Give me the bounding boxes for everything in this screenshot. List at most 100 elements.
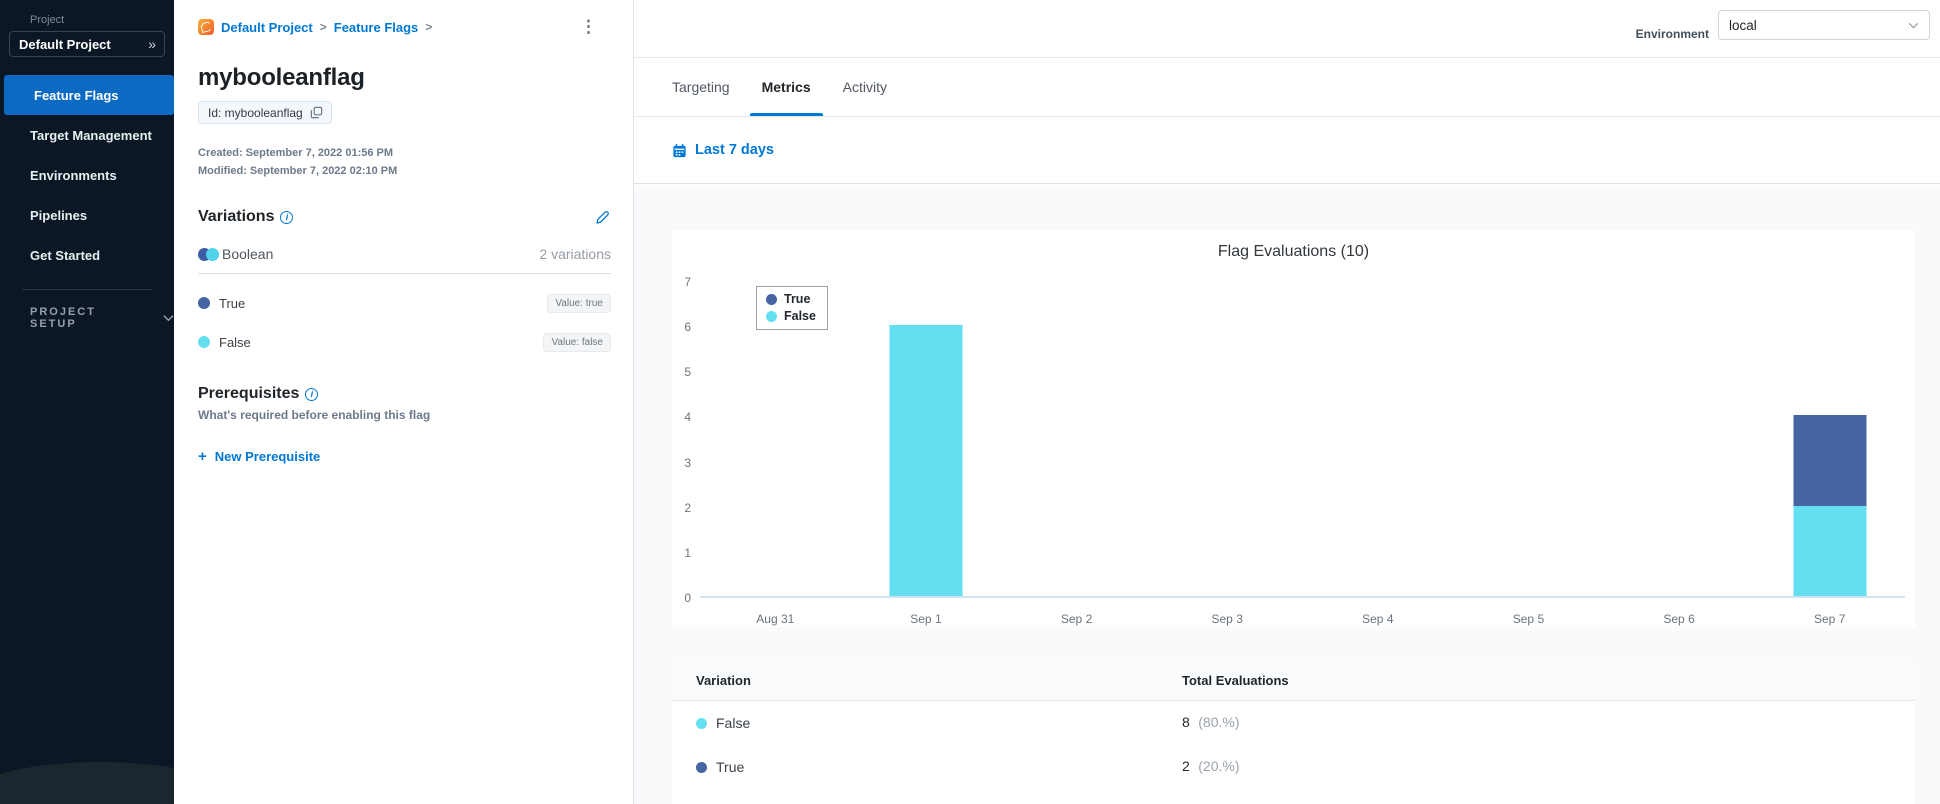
calendar-icon [673,143,686,157]
false-color-dot [696,717,707,729]
true-color-dot [198,297,210,309]
flag-created: Created: September 7, 2022 01:56 PM [198,147,394,159]
variation-count: 2 variations [539,246,611,262]
tab-targeting[interactable]: Targeting [660,58,742,116]
tab-activity[interactable]: Activity [831,58,899,116]
y-tick-label: 5 [684,365,691,380]
info-icon[interactable]: i [305,387,319,401]
variation-type-row: Boolean 2 variations [198,246,611,262]
breadcrumb-section-link[interactable]: Feature Flags [334,20,419,35]
legend-item-false[interactable]: False [766,309,816,323]
legend-label: True [784,292,811,306]
kebab-menu-icon[interactable]: ⋮ [580,18,597,36]
chart-legend: True False [756,286,828,330]
app-logo-icon [198,19,214,35]
chart-y-axis: 0 1 2 3 4 5 6 7 [672,275,700,605]
sidebar-nav: Feature Flags Target Management Environm… [0,75,174,275]
x-tick-label: Sep 7 [1814,612,1846,626]
flag-id-chip: Id: mybooleanflag [198,101,332,124]
date-range-picker[interactable]: Last 7 days [672,142,774,158]
date-range-bar: Last 7 days [634,117,1940,184]
row-count: 2 [1182,758,1190,774]
variation-value-chip: Value: false [543,332,611,352]
project-setup-label: PROJECT SETUP [30,306,96,330]
breadcrumb-project-link[interactable]: Default Project [221,20,313,35]
copy-icon[interactable] [310,106,323,119]
breadcrumb-separator: > [319,20,327,34]
column-header-variation: Variation [696,673,751,688]
project-label: Project [30,14,65,26]
date-range-label: Last 7 days [695,142,774,158]
y-tick-label: 2 [684,500,691,515]
sidebar-item-get-started[interactable]: Get Started [0,235,174,275]
legend-color-dot [766,310,777,322]
variation-row-true: True Value: true [198,293,611,313]
y-tick-label: 1 [684,545,691,560]
x-tick-label: Aug 31 [756,612,795,626]
flag-name-title: mybooleanflag [198,64,365,91]
prerequisites-description: What's required before enabling this fla… [198,408,431,422]
evaluations-table-header: Variation Total Evaluations [672,661,1915,701]
y-tick-label: 3 [684,455,691,470]
table-row: False 8 (80.%) [672,701,1915,745]
bar-false-sep-1 [889,325,963,596]
breadcrumb: Default Project > Feature Flags > ⋮ [198,18,611,36]
y-tick-label: 6 [684,320,691,335]
prerequisites-header: Prerequisites i [198,385,611,403]
metrics-content: Flag Evaluations (10) 0 1 2 3 4 5 6 7 True False… [634,185,1940,804]
tab-bar: Targeting Metrics Activity [634,58,1940,117]
row-count: 8 [1182,714,1190,730]
variation-type-label: Boolean [222,246,274,262]
y-tick-label: 0 [684,591,691,605]
chart-plot: True False Aug 31 Sep 1 Sep 2 Sep 3 Sep 4 Sep … [700,282,1905,626]
tab-metrics[interactable]: Metrics [749,58,823,116]
x-tick-label: Sep 4 [1362,612,1394,626]
table-row: True 2 (20.%) [672,745,1915,789]
sidebar-item-environments[interactable]: Environments [0,155,174,195]
new-prerequisite-button[interactable]: + New Prerequisite [198,449,611,464]
plus-icon: + [198,448,207,465]
legend-color-dot [766,293,777,305]
chart-title: Flag Evaluations (10) [1217,243,1370,260]
variation-name: True [219,295,246,311]
row-variation-name: True [716,759,745,775]
variations-header: Variations i [198,208,611,226]
true-color-dot [696,761,707,773]
sidebar-item-target-management[interactable]: Target Management [0,115,174,155]
chevron-down-icon [1908,22,1919,29]
flag-meta: Created: September 7, 2022 01:56 PM Modi… [198,144,611,180]
sidebar-item-feature-flags[interactable]: Feature Flags [4,75,174,115]
y-tick-label: 7 [684,275,691,289]
environment-selected-value: local [1729,17,1757,33]
legend-item-true[interactable]: True [766,292,816,306]
row-percentage: (80.%) [1198,714,1240,730]
double-chevron-right-icon: » [148,36,156,52]
boolean-toggle-icon [198,247,222,261]
variation-value-chip: Value: true [547,293,611,313]
sidebar-divider [22,289,152,290]
breadcrumb-separator: > [425,20,433,34]
environment-select[interactable]: local [1718,10,1930,40]
flag-evaluations-chart-card: Flag Evaluations (10) 0 1 2 3 4 5 6 7 True False… [672,230,1915,627]
y-tick-label: 4 [684,410,691,425]
row-variation-name: False [716,715,751,731]
flag-id-text: Id: mybooleanflag [208,105,303,120]
variations-title: Variations [198,208,275,225]
sidebar: Project Default Project » Feature Flags … [0,0,174,804]
x-tick-label: Sep 1 [910,612,942,626]
bar-true-sep-7 [1793,415,1867,506]
variation-row-false: False Value: false [198,332,611,352]
x-tick-label: Sep 5 [1512,612,1545,626]
metrics-panel: Environment local Targeting Metrics Acti… [634,0,1940,804]
flag-detail-panel: Default Project > Feature Flags > ⋮ mybo… [174,0,633,804]
sidebar-item-pipelines[interactable]: Pipelines [0,195,174,235]
evaluations-table-card: Variation Total Evaluations False 8 (80.… [672,661,1915,804]
edit-pencil-icon[interactable] [594,209,611,226]
project-selector[interactable]: Default Project » [9,31,165,57]
variation-name: False [219,334,251,350]
flag-modified: Modified: September 7, 2022 02:10 PM [198,165,398,177]
info-icon[interactable]: i [280,210,294,224]
new-prerequisite-label: New Prerequisite [214,449,321,464]
project-setup-toggle[interactable]: PROJECT SETUP [30,306,174,330]
column-header-total-evaluations: Total Evaluations [1182,673,1289,688]
